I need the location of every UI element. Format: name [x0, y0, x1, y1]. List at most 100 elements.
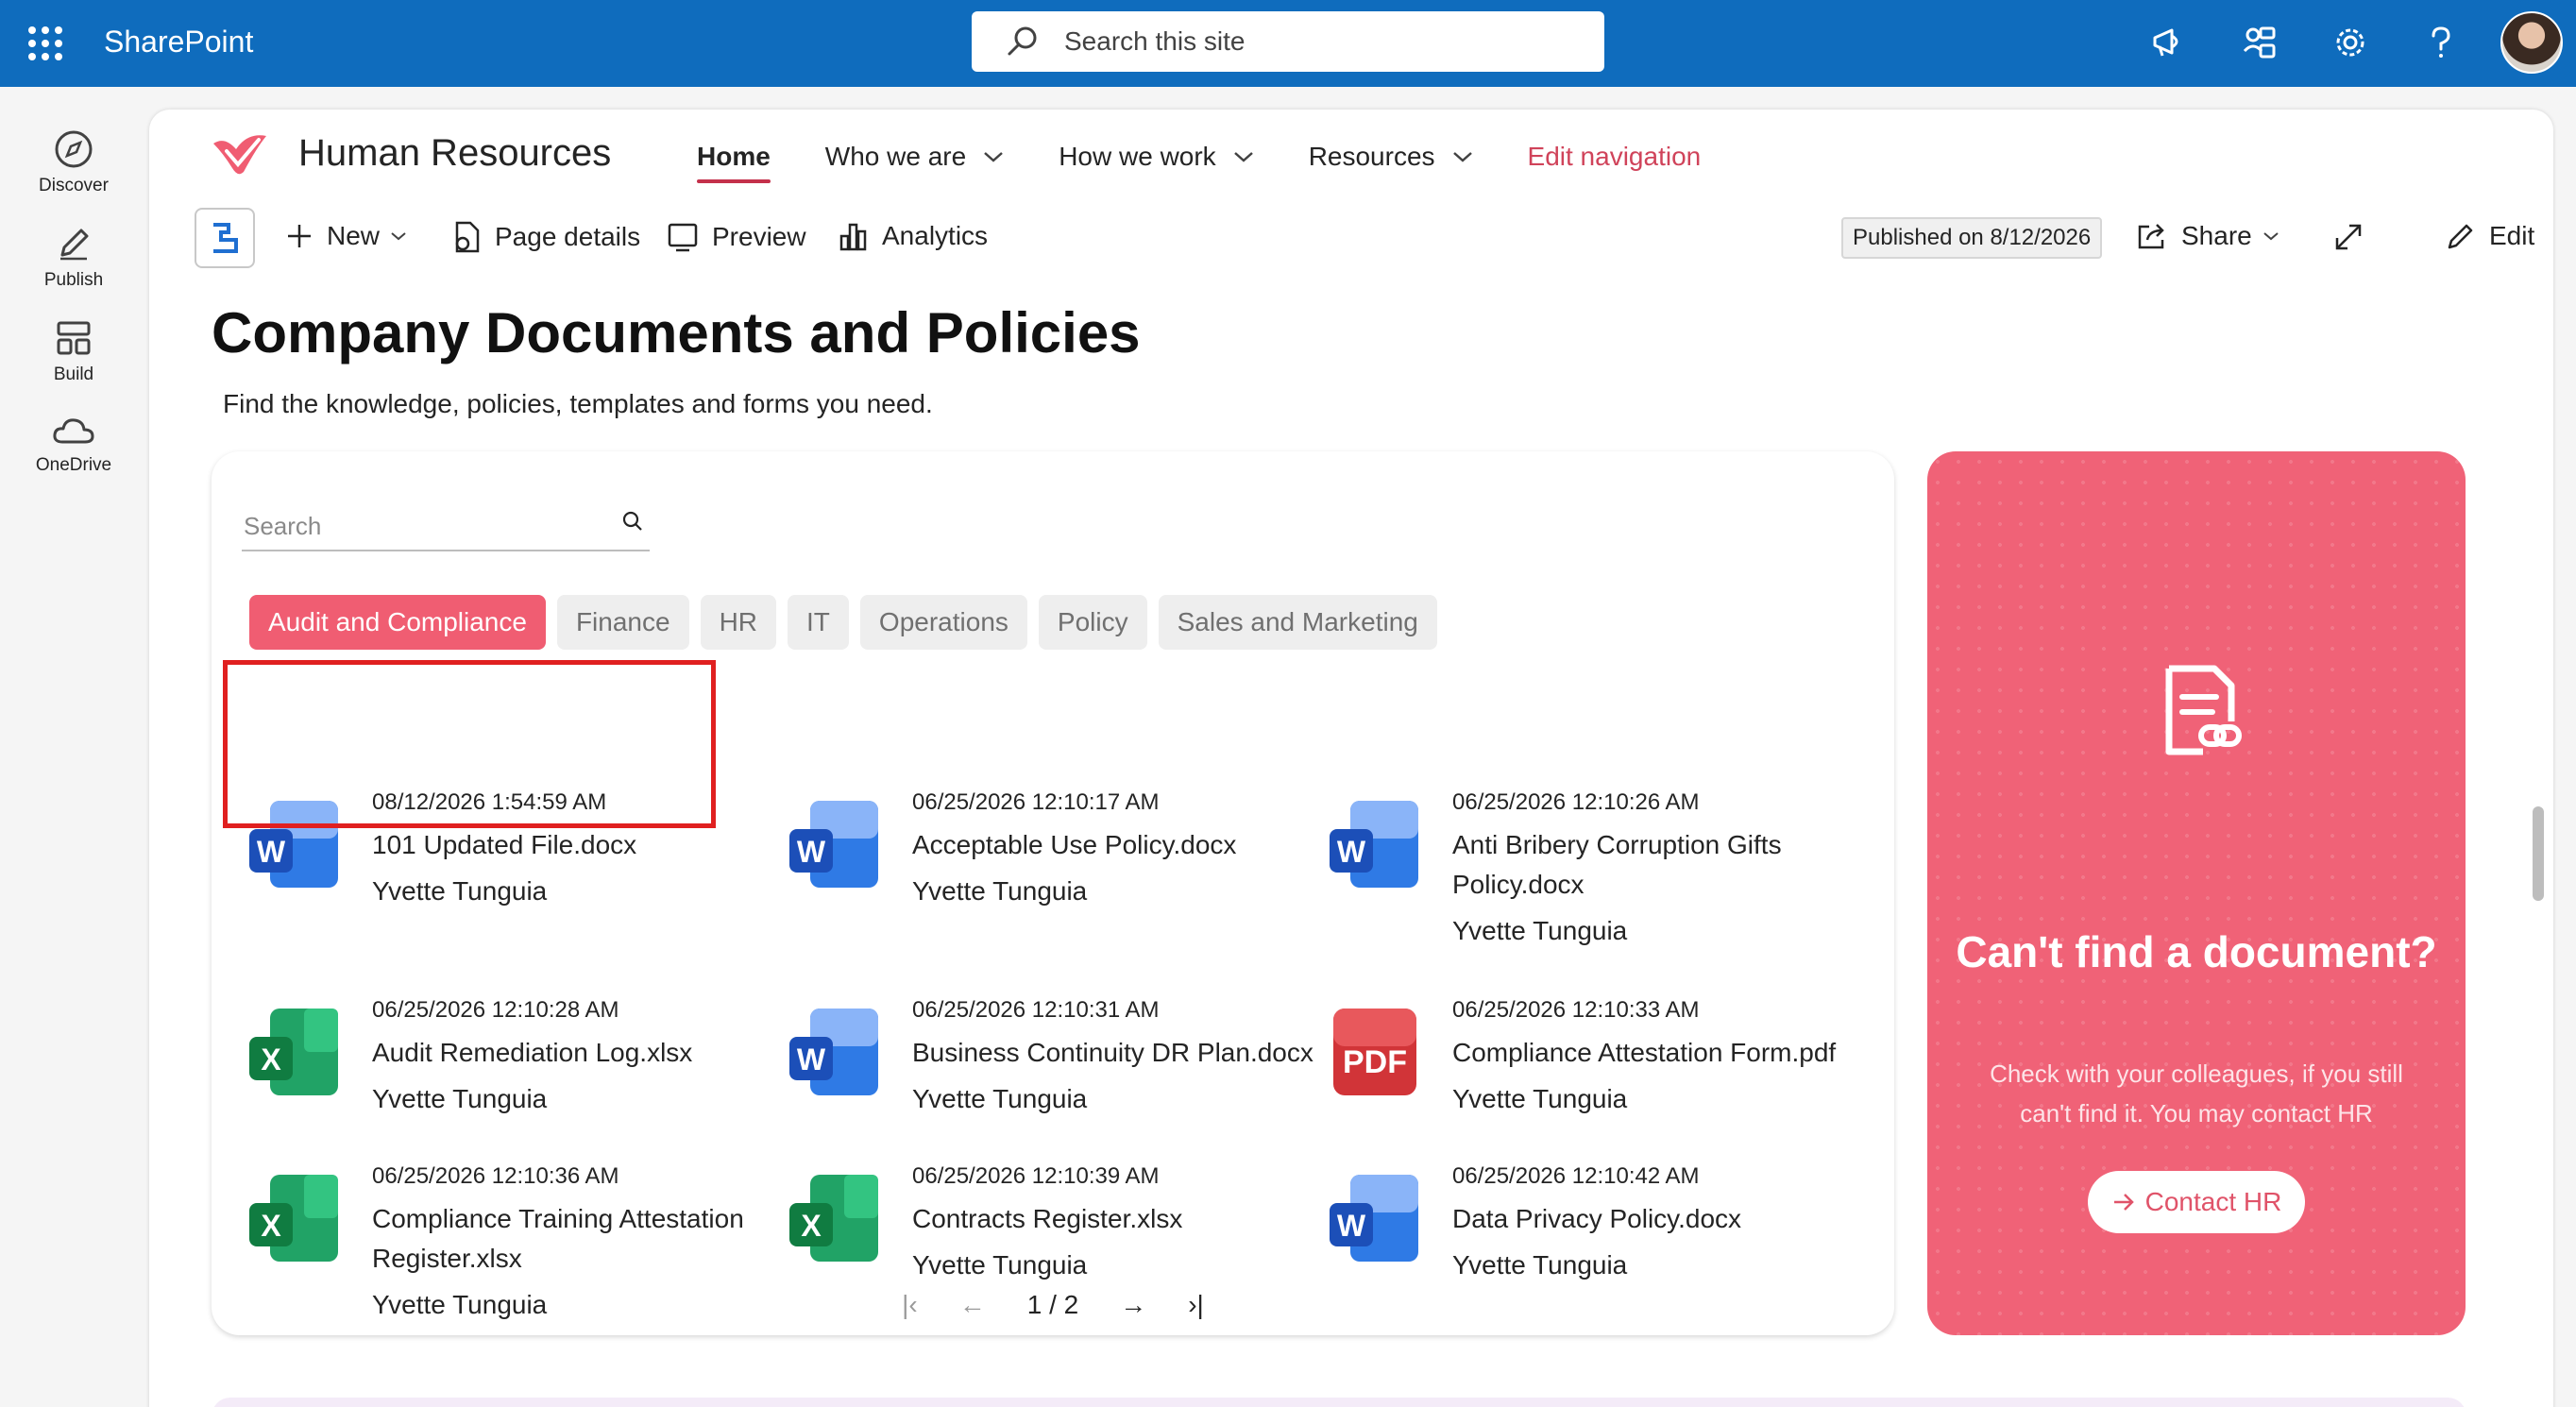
document-author: Yvette Tunguia: [912, 1250, 1088, 1280]
document-item[interactable]: W 06/25/2026 12:10:31 AM Business Contin…: [786, 997, 1314, 1139]
appbar-build[interactable]: Build: [0, 317, 147, 385]
contact-hr-card: Can't find a document? Check with your c…: [1927, 451, 2466, 1335]
connections-icon[interactable]: [2236, 19, 2283, 66]
page-scrollbar[interactable]: [2533, 806, 2544, 901]
category-chip[interactable]: IT: [788, 595, 849, 650]
page-details-label: Page details: [495, 222, 641, 251]
nav-how-we-work-label: How we work: [1059, 142, 1216, 171]
site-title[interactable]: Human Resources: [298, 132, 611, 175]
document-item[interactable]: W 06/25/2026 12:10:42 AM Data Privacy Po…: [1326, 1163, 1855, 1305]
document-name[interactable]: Contracts Register.xlsx: [912, 1199, 1328, 1239]
document-date: 06/25/2026 12:10:36 AM: [372, 1163, 619, 1189]
app-bar: Discover Publish Build OneDrive: [0, 87, 147, 1407]
previous-page-icon[interactable]: ←: [959, 1290, 986, 1320]
document-item[interactable]: X 06/25/2026 12:10:28 AM Audit Remediati…: [246, 997, 774, 1139]
suite-bar: SharePoint Search this site: [0, 0, 2576, 87]
edit-navigation-link[interactable]: Edit navigation: [1528, 142, 1702, 172]
word-file-icon: W: [789, 1009, 878, 1095]
category-chip[interactable]: Operations: [859, 595, 1027, 650]
layout-icon: [57, 321, 91, 355]
document-name[interactable]: Data Privacy Policy.docx: [1452, 1199, 1868, 1239]
nav-home[interactable]: Home: [697, 142, 771, 183]
new-button-label: New: [327, 221, 381, 250]
share-label: Share: [2181, 221, 2252, 250]
arrow-right-icon: [2113, 1194, 2134, 1211]
nav-resources-label: Resources: [1308, 142, 1435, 171]
megaphone-icon[interactable]: [2145, 19, 2193, 66]
excel-file-icon: X: [789, 1175, 878, 1262]
last-page-icon[interactable]: ›|: [1188, 1290, 1204, 1320]
first-page-icon[interactable]: |‹: [902, 1290, 918, 1320]
document-name[interactable]: Audit Remediation Log.xlsx: [372, 1033, 788, 1073]
search-icon: [1008, 26, 1037, 56]
document-name[interactable]: Compliance Attestation Form.pdf: [1452, 1033, 1868, 1073]
site-navigation: Home Who we are How we work Resources Ed…: [697, 142, 1755, 183]
edit-button[interactable]: Edit: [2446, 221, 2534, 251]
document-date: 06/25/2026 12:10:17 AM: [912, 789, 1160, 815]
site-search-box[interactable]: Search this site: [972, 11, 1604, 72]
document-item[interactable]: PDF 06/25/2026 12:10:33 AM Compliance At…: [1326, 997, 1855, 1139]
document-date: 06/25/2026 12:10:28 AM: [372, 997, 619, 1023]
share-button[interactable]: Share: [2136, 221, 2294, 251]
category-chip[interactable]: Finance: [556, 595, 689, 650]
preview-button[interactable]: Preview: [667, 221, 806, 253]
nav-who-we-are[interactable]: Who we are: [825, 142, 1004, 172]
edit-label: Edit: [2489, 221, 2535, 250]
document-search-input[interactable]: Search: [242, 497, 650, 551]
chevron-down-icon: [984, 152, 1004, 162]
contact-hr-button[interactable]: Contact HR: [2088, 1171, 2305, 1233]
pencil-icon: [2448, 224, 2473, 249]
site-logo-heart-icon[interactable]: [210, 130, 270, 181]
document-name[interactable]: Anti Bribery Corruption Gifts Policy.doc…: [1452, 825, 1868, 905]
document-name[interactable]: Compliance Training Attestation Register…: [372, 1199, 788, 1279]
document-item[interactable]: X 06/25/2026 12:10:39 AM Contracts Regis…: [786, 1163, 1314, 1305]
page-details-button[interactable]: Page details: [451, 221, 640, 253]
new-button[interactable]: New: [285, 221, 421, 251]
document-author: Yvette Tunguia: [1452, 1250, 1628, 1280]
svg-text:W: W: [797, 1043, 826, 1076]
nav-resources[interactable]: Resources: [1309, 142, 1473, 172]
appbar-discover-label: Discover: [39, 176, 109, 195]
search-icon[interactable]: [621, 510, 644, 533]
page-subtitle: Find the knowledge, policies, templates …: [223, 389, 933, 418]
preview-icon: [668, 223, 698, 252]
document-item[interactable]: W 06/25/2026 12:10:17 AM Acceptable Use …: [786, 789, 1314, 931]
settings-gear-icon[interactable]: [2327, 19, 2374, 66]
appbar-discover[interactable]: Discover: [0, 128, 147, 196]
document-date: 06/25/2026 12:10:42 AM: [1452, 1163, 1700, 1189]
analytics-label: Analytics: [882, 221, 989, 250]
category-chip[interactable]: Audit and Compliance: [249, 595, 546, 650]
category-chip[interactable]: Sales and Marketing: [1158, 595, 1437, 650]
appbar-publish[interactable]: Publish: [0, 223, 147, 291]
chevron-down-icon: [1233, 152, 1253, 162]
document-name[interactable]: Acceptable Use Policy.docx: [912, 825, 1328, 865]
app-logo-icon[interactable]: [195, 208, 255, 268]
document-name[interactable]: 101 Updated File.docx: [372, 825, 788, 865]
app-launcher-icon[interactable]: [25, 23, 62, 60]
sharepoint-brand[interactable]: SharePoint: [104, 25, 253, 59]
analytics-button[interactable]: Analytics: [839, 221, 988, 251]
page-settings-icon: [455, 221, 480, 253]
nav-who-we-are-label: Who we are: [824, 142, 967, 171]
next-section-edge: [212, 1398, 2466, 1407]
document-date: 06/25/2026 12:10:26 AM: [1452, 789, 1700, 815]
expand-icon[interactable]: [2332, 221, 2378, 253]
document-author: Yvette Tunguia: [1452, 1084, 1628, 1113]
compass-icon: [55, 130, 93, 168]
category-chip[interactable]: Policy: [1038, 595, 1147, 650]
document-item[interactable]: W 06/25/2026 12:10:26 AM Anti Bribery Co…: [1326, 789, 1855, 959]
document-name[interactable]: Business Continuity DR Plan.docx: [912, 1033, 1328, 1073]
chevron-down-icon: [2263, 232, 2279, 241]
plus-icon: [288, 225, 311, 247]
appbar-build-label: Build: [53, 364, 94, 384]
user-avatar[interactable]: [2500, 11, 2563, 74]
category-chip[interactable]: HR: [700, 595, 777, 650]
next-page-icon[interactable]: →: [1120, 1290, 1146, 1320]
document-date: 06/25/2026 12:10:39 AM: [912, 1163, 1160, 1189]
nav-how-we-work[interactable]: How we work: [1059, 142, 1253, 172]
help-icon[interactable]: [2417, 19, 2465, 66]
appbar-publish-label: Publish: [43, 270, 104, 290]
page-indicator: 1 / 2: [1026, 1290, 1079, 1319]
appbar-onedrive[interactable]: OneDrive: [0, 412, 147, 476]
site-search-placeholder: Search this site: [1064, 26, 1246, 56]
